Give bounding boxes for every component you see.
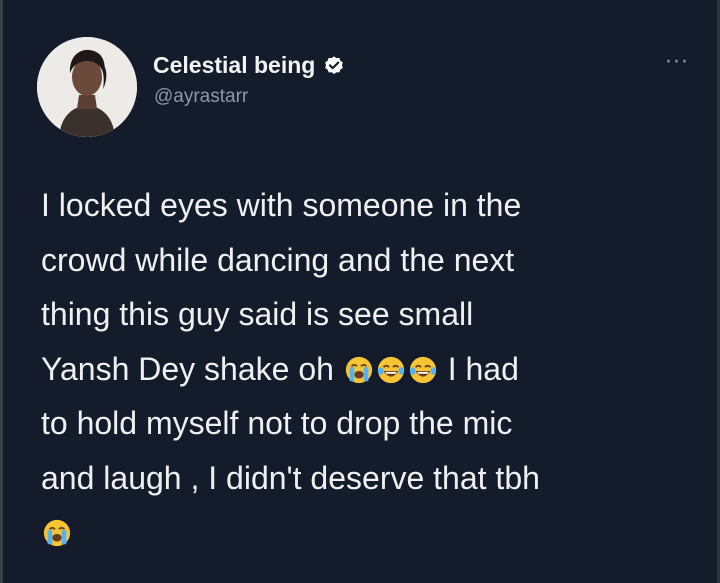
more-options-icon[interactable]: ··· bbox=[665, 50, 689, 75]
tweet-text-segment: Yansh Dey shake oh bbox=[41, 350, 343, 387]
face-with-tears-of-joy-icon bbox=[409, 356, 436, 383]
display-name[interactable]: Celestial being bbox=[153, 52, 315, 79]
author-name-row: Celestial being bbox=[153, 52, 345, 79]
user-handle[interactable]: @ayrastarr bbox=[154, 86, 248, 108]
tweet-line: to hold myself not to drop the mic bbox=[41, 405, 513, 441]
tweet-line: thing this guy said is see small bbox=[41, 296, 474, 332]
loudly-crying-face-icon bbox=[43, 519, 71, 547]
profile-photo-icon bbox=[37, 37, 137, 137]
tweet-line-with-emoji: Yansh Dey shake oh I had bbox=[41, 342, 691, 397]
face-with-tears-of-joy-icon bbox=[377, 356, 404, 383]
tweet-line: crowd while dancing and the next bbox=[41, 241, 515, 278]
tweet-line: and laugh , I didn't deserve that tbh bbox=[41, 459, 540, 496]
tweet-line-emoji bbox=[41, 505, 691, 560]
verified-badge-icon bbox=[325, 55, 344, 74]
tweet-text-segment: I had bbox=[438, 350, 519, 387]
tweet-body: I locked eyes with someone in the crowd … bbox=[41, 178, 691, 560]
tweet-line: I locked eyes with someone in the bbox=[41, 187, 522, 223]
tweet-card: Celestial being @ayrastarr ··· I locked … bbox=[0, 0, 720, 583]
avatar[interactable] bbox=[37, 37, 137, 137]
loudly-crying-face-icon bbox=[345, 356, 372, 383]
